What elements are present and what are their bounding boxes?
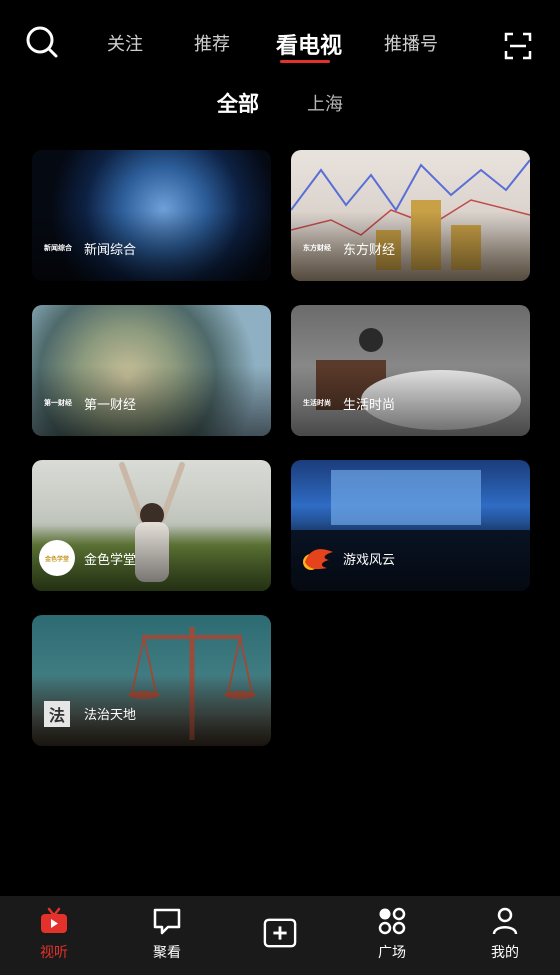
channel-name: 生活时尚 xyxy=(343,397,396,412)
channel-card-first-finance[interactable]: 第一财经 第一财经 xyxy=(32,305,271,436)
channel-logo: 东方财经 xyxy=(303,244,331,252)
user-icon xyxy=(492,907,518,935)
scan-icon xyxy=(504,32,532,60)
nav-label: 聚看 xyxy=(153,945,181,961)
channel-name: 游戏风云 xyxy=(343,552,396,567)
tab-recommend[interactable]: 推荐 xyxy=(194,30,230,56)
nav-square[interactable]: 广场 xyxy=(352,904,432,968)
channel-card-dongfang-finance[interactable]: 东方财经 东方财经 xyxy=(291,150,530,281)
tab-watch-tv[interactable]: 看电视 xyxy=(276,28,342,60)
bottom-nav: 视听 聚看 广场 我的 xyxy=(0,896,560,975)
flame-logo-icon xyxy=(301,544,335,572)
grid-dots-icon xyxy=(378,907,406,935)
subtab-shanghai[interactable]: 上海 xyxy=(307,90,343,116)
nav-label: 视听 xyxy=(40,945,68,961)
add-icon xyxy=(263,918,297,948)
channel-logo-badge: 法 xyxy=(44,701,70,727)
channel-name: 金色学堂 xyxy=(84,552,137,567)
tab-follow[interactable]: 关注 xyxy=(107,30,143,56)
top-bar: 关注 推荐 看电视 推播号 xyxy=(0,0,560,80)
channel-logo: 生活时尚 xyxy=(303,399,331,407)
channel-name: 第一财经 xyxy=(84,397,137,412)
nav-gather[interactable]: 聚看 xyxy=(127,904,207,968)
tv-icon xyxy=(41,907,67,933)
tab-broadcast[interactable]: 推播号 xyxy=(384,30,438,56)
active-tab-indicator xyxy=(280,60,330,63)
nav-me[interactable]: 我的 xyxy=(465,904,545,968)
nav-label: 我的 xyxy=(491,945,519,961)
channel-card-news[interactable]: 新闻综合 新闻综合 xyxy=(32,150,271,281)
channel-name: 东方财经 xyxy=(343,242,396,257)
channel-logo: 第一财经 xyxy=(44,399,72,407)
channel-card-game[interactable]: 游戏风云 xyxy=(291,460,530,591)
channel-name: 法治天地 xyxy=(84,707,137,722)
channel-card-lifestyle[interactable]: 生活时尚 生活时尚 xyxy=(291,305,530,436)
nav-label: 广场 xyxy=(378,945,406,961)
channel-card-law[interactable]: 法 法治天地 xyxy=(32,615,271,746)
channel-logo-badge: 金色学堂 xyxy=(39,540,75,576)
nav-watch-listen[interactable]: 视听 xyxy=(14,904,94,968)
channel-card-golden-school[interactable]: 金色学堂 金色学堂 xyxy=(32,460,271,591)
channel-logo: 新闻综合 xyxy=(44,244,72,252)
search-icon xyxy=(26,26,58,58)
scan-button[interactable] xyxy=(500,28,536,64)
chat-bubble-icon xyxy=(153,908,181,935)
channel-name: 新闻综合 xyxy=(84,242,137,257)
search-button[interactable] xyxy=(22,22,62,62)
nav-add[interactable] xyxy=(240,904,320,968)
subtab-all[interactable]: 全部 xyxy=(217,88,259,118)
